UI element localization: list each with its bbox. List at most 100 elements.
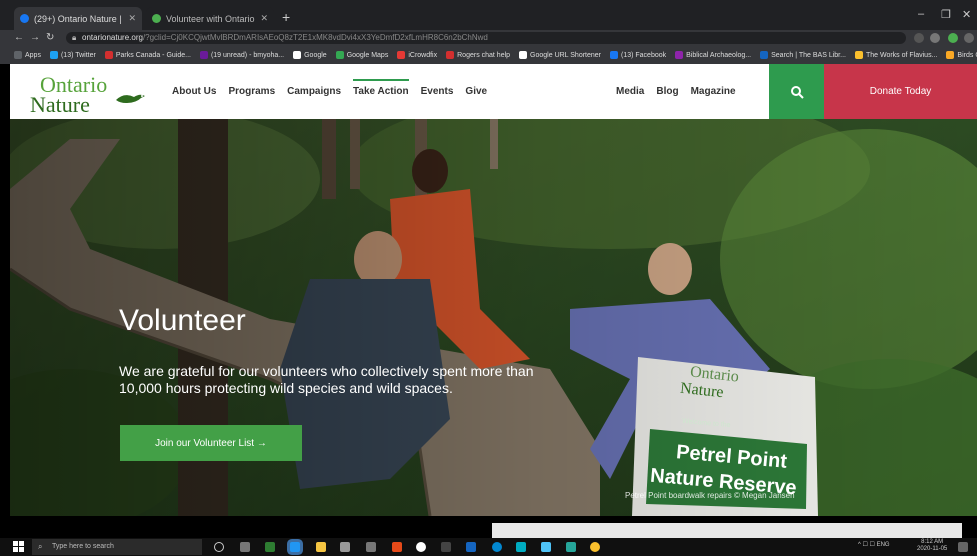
- forward-icon[interactable]: →: [30, 32, 40, 43]
- app-icon-orange[interactable]: [392, 542, 402, 552]
- bookmark-label: Birds Canada: [957, 51, 977, 59]
- extensions-icon[interactable]: [930, 33, 940, 43]
- windows-start-icon[interactable]: [13, 541, 24, 552]
- bookmark-favicon-icon: [104, 51, 113, 59]
- close-tab-icon[interactable]: ✕: [128, 13, 136, 24]
- photos-icon[interactable]: [366, 542, 376, 552]
- bookmark-item[interactable]: (13) Facebook: [610, 51, 666, 59]
- bookmark-label: Google URL Shortener: [530, 51, 601, 59]
- star-icon[interactable]: [914, 33, 924, 43]
- address-bar-row: ← → ↻ 🔒︎ ontarionature.org/?gclid=Cj0KCQ…: [0, 30, 977, 46]
- menu-icon[interactable]: [964, 33, 974, 43]
- bookmark-label: (13) Twitter: [60, 51, 96, 59]
- bookmark-favicon-icon: [946, 51, 955, 59]
- bookmark-favicon-icon: [199, 51, 208, 59]
- clock-time: 8:12 AM: [921, 539, 944, 545]
- bookmark-label: Search | The BAS Libr...: [771, 51, 846, 59]
- taskbar-search-placeholder: Type here to search: [52, 543, 114, 550]
- tab-title: (29+) Ontario Nature | Facebook: [34, 13, 124, 24]
- bookmark-item[interactable]: The Works of Flavius...: [854, 51, 938, 59]
- app-icon-teal[interactable]: [516, 542, 526, 552]
- nav-item-about-us[interactable]: About Us: [166, 64, 222, 119]
- search-button[interactable]: [769, 64, 824, 119]
- site-header: Ontario Nature About Us Programs Campaigns…: [10, 64, 977, 119]
- loon-logo-icon: [116, 94, 145, 103]
- browser-tab-strip: (29+) Ontario Nature | Facebook ✕ Volunt…: [0, 0, 977, 30]
- reload-icon[interactable]: ↻: [46, 32, 54, 43]
- tab-title: Volunteer with Ontario Nature | Ont...: [166, 13, 256, 24]
- new-tab-icon[interactable]: +: [282, 9, 290, 25]
- join-volunteer-list-button[interactable]: Join our Volunteer List →: [120, 425, 302, 461]
- browser-tab-facebook[interactable]: (29+) Ontario Nature | Facebook ✕: [14, 7, 142, 30]
- bookmark-favicon-icon: [760, 51, 769, 59]
- background-window-strip: [492, 523, 962, 538]
- app-icon-green[interactable]: [566, 542, 576, 552]
- bookmark-favicon-icon: [335, 51, 344, 59]
- url-path: /?gclid=Cj0KCQjwtMvlBRDmARIsAEoQ8zT2E1xM…: [142, 33, 488, 42]
- nav-item-give[interactable]: Give: [459, 64, 493, 119]
- nav-item-magazine[interactable]: Magazine: [685, 64, 742, 119]
- bookmark-item[interactable]: Biblical Archaeolog...: [675, 51, 751, 59]
- bookmark-item[interactable]: Rogers chat help: [446, 51, 510, 59]
- bookmark-item[interactable]: Google: [293, 51, 327, 59]
- hero-title: Volunteer: [119, 304, 246, 337]
- task-view-icon[interactable]: [240, 542, 250, 552]
- bookmark-item[interactable]: iCrowdfix: [397, 51, 437, 59]
- ontario-nature-logo[interactable]: Ontario Nature: [30, 72, 150, 117]
- restore-icon[interactable]: ❐: [941, 8, 951, 21]
- bookmark-item[interactable]: Google URL Shortener: [519, 51, 601, 59]
- explorer-icon[interactable]: [290, 542, 300, 552]
- bookmark-favicon-icon: [293, 51, 302, 59]
- nav-item-campaigns[interactable]: Campaigns: [281, 64, 347, 119]
- bookmark-item[interactable]: Parks Canada - Guide...: [104, 51, 191, 59]
- close-tab-icon[interactable]: ✕: [260, 13, 268, 24]
- bookmark-label: Google Maps: [346, 51, 389, 59]
- nav-item-events[interactable]: Events: [415, 64, 460, 119]
- store-icon[interactable]: [541, 542, 551, 552]
- bookmark-item[interactable]: Birds Canada: [946, 51, 977, 59]
- search-icon: ⌕: [38, 542, 43, 551]
- minimize-icon[interactable]: –: [918, 8, 924, 20]
- nav-item-take-action[interactable]: Take Action: [347, 64, 415, 119]
- bookmark-item[interactable]: Search | The BAS Libr...: [760, 51, 846, 59]
- app-icon-dark[interactable]: [441, 542, 451, 552]
- tray-icons[interactable]: ^ ☐ ☐ ENG: [858, 541, 890, 548]
- clock-date: 2020-11-05: [917, 546, 948, 552]
- browser-tab-ontario-nature[interactable]: Volunteer with Ontario Nature | Ont... ✕: [146, 7, 274, 30]
- bookmark-favicon-icon: [610, 51, 618, 59]
- hero-description: We are grateful for our volunteers who c…: [119, 363, 534, 396]
- bookmark-item[interactable]: (19 unread) - bmyoha...: [199, 51, 284, 59]
- excel-icon[interactable]: [265, 542, 275, 552]
- notifications-icon[interactable]: [958, 542, 968, 552]
- bookmark-item[interactable]: Google Maps: [335, 51, 389, 59]
- edge-icon[interactable]: [492, 542, 502, 552]
- bookmark-label: Rogers chat help: [457, 51, 511, 59]
- lock-icon: 🔒︎: [72, 33, 77, 42]
- chrome-icon[interactable]: [590, 542, 600, 552]
- bookmark-label: The Works of Flavius...: [865, 51, 938, 59]
- word-icon[interactable]: [466, 542, 476, 552]
- folder-icon[interactable]: [316, 542, 326, 552]
- bookmark-favicon-icon: [675, 51, 684, 59]
- bookmark-label: (13) Facebook: [621, 51, 667, 59]
- donate-button[interactable]: Donate Today: [824, 64, 977, 119]
- url-input[interactable]: 🔒︎ ontarionature.org/?gclid=Cj0KCQjwtMvl…: [66, 32, 906, 44]
- bookmark-item[interactable]: (13) Twitter: [49, 51, 96, 59]
- profile-avatar-icon[interactable]: [948, 33, 958, 43]
- hero-section: Ontario Nature Welcome to the Petrel Poi…: [10, 119, 977, 516]
- nav-item-blog[interactable]: Blog: [650, 64, 684, 119]
- bookmark-favicon-icon: [854, 51, 863, 59]
- bookmark-item[interactable]: Apps: [14, 51, 41, 59]
- media-icon[interactable]: [416, 542, 426, 552]
- back-icon[interactable]: ←: [14, 32, 24, 43]
- taskbar-search-input[interactable]: ⌕ Type here to search: [32, 539, 202, 555]
- bookmark-favicon-icon: [14, 51, 22, 59]
- bookmarks-bar: Apps (13) Twitter Parks Canada - Guide... (…: [0, 46, 977, 64]
- calculator-icon[interactable]: [340, 542, 350, 552]
- logo-line-2: Nature: [30, 92, 90, 117]
- clock[interactable]: 8:12 AM 2020-11-05: [917, 539, 947, 553]
- cortana-icon[interactable]: [214, 542, 224, 552]
- nav-item-media[interactable]: Media: [610, 64, 650, 119]
- nav-item-programs[interactable]: Programs: [222, 64, 281, 119]
- close-window-icon[interactable]: ✕: [962, 8, 971, 21]
